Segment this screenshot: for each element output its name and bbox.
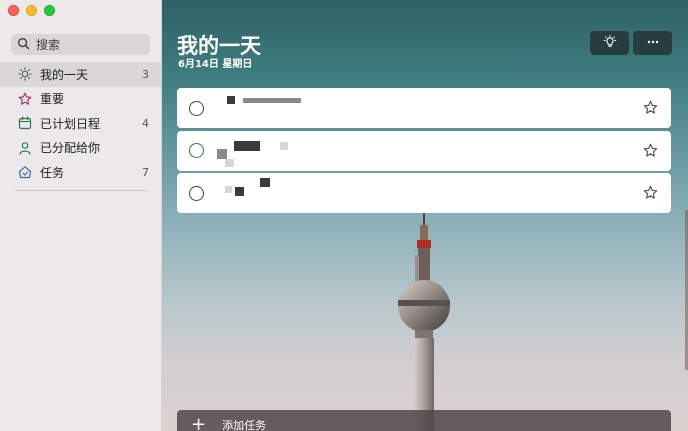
star-icon[interactable] (643, 100, 659, 116)
redacted-text (234, 140, 260, 151)
redacted-text (235, 187, 244, 196)
add-task-input[interactable] (222, 418, 368, 431)
sidebar-item-label: 我的一天 (40, 67, 89, 82)
sidebar-item-my-day[interactable]: 我的一天 3 (0, 62, 161, 87)
app-window: 我的一天 3 重要 已计划日程 4 已分配给 (0, 0, 688, 431)
sidebar-item-assigned[interactable]: 已分配给你 (0, 136, 161, 161)
redacted-text (217, 148, 227, 159)
complete-task-checkbox[interactable] (189, 143, 204, 158)
redacted-text (243, 98, 301, 103)
sidebar: 我的一天 3 重要 已计划日程 4 已分配给 (0, 0, 162, 431)
sun-icon (18, 67, 32, 81)
sidebar-item-label: 任务 (40, 165, 65, 180)
star-icon (18, 92, 32, 106)
calendar-icon (18, 116, 32, 130)
sidebar-item-count: 3 (142, 67, 149, 81)
redacted-text (280, 141, 288, 150)
sidebar-item-planned[interactable]: 已计划日程 4 (0, 111, 161, 136)
close-window-button[interactable] (8, 5, 19, 16)
task-item[interactable] (177, 130, 671, 171)
complete-task-checkbox[interactable] (189, 185, 204, 201)
redacted-text (227, 96, 235, 104)
task-item[interactable] (177, 173, 671, 213)
ellipsis-icon (646, 35, 660, 52)
complete-task-checkbox[interactable] (189, 100, 204, 116)
plus-icon: + (191, 414, 207, 431)
redacted-text (225, 158, 234, 167)
sidebar-item-label: 已分配给你 (40, 141, 101, 156)
sidebar-item-label: 重要 (40, 92, 65, 107)
suggestions-button[interactable] (590, 31, 629, 55)
star-icon[interactable] (643, 143, 659, 159)
search-box[interactable] (11, 34, 150, 55)
main-panel: 我的一天 6月14日 星期日 + 添加任务 (162, 0, 688, 431)
sidebar-item-tasks[interactable]: 任务 7 (0, 160, 161, 185)
sidebar-item-count: 7 (142, 165, 149, 179)
star-icon[interactable] (643, 185, 659, 201)
person-icon (18, 141, 32, 155)
maximize-window-button[interactable] (44, 5, 55, 16)
lightbulb-icon (603, 34, 617, 52)
sidebar-item-count: 4 (142, 116, 149, 130)
add-task-bar[interactable]: + (177, 410, 671, 431)
sidebar-divider (15, 190, 147, 191)
home-icon (18, 165, 32, 179)
minimize-window-button[interactable] (26, 5, 37, 16)
page-date: 6月14日 星期日 (178, 59, 253, 70)
sidebar-nav: 我的一天 3 重要 已计划日程 4 已分配给你 任务 7 (0, 62, 161, 185)
task-item[interactable] (177, 88, 671, 128)
window-controls (8, 5, 55, 16)
search-icon (17, 37, 30, 53)
sidebar-item-important[interactable]: 重要 (0, 87, 161, 112)
sidebar-item-label: 已计划日程 (40, 116, 101, 131)
redacted-text (260, 178, 270, 187)
redacted-text (225, 186, 232, 193)
task-list (177, 88, 671, 216)
more-options-button[interactable] (633, 31, 672, 55)
search-input[interactable] (36, 37, 136, 52)
